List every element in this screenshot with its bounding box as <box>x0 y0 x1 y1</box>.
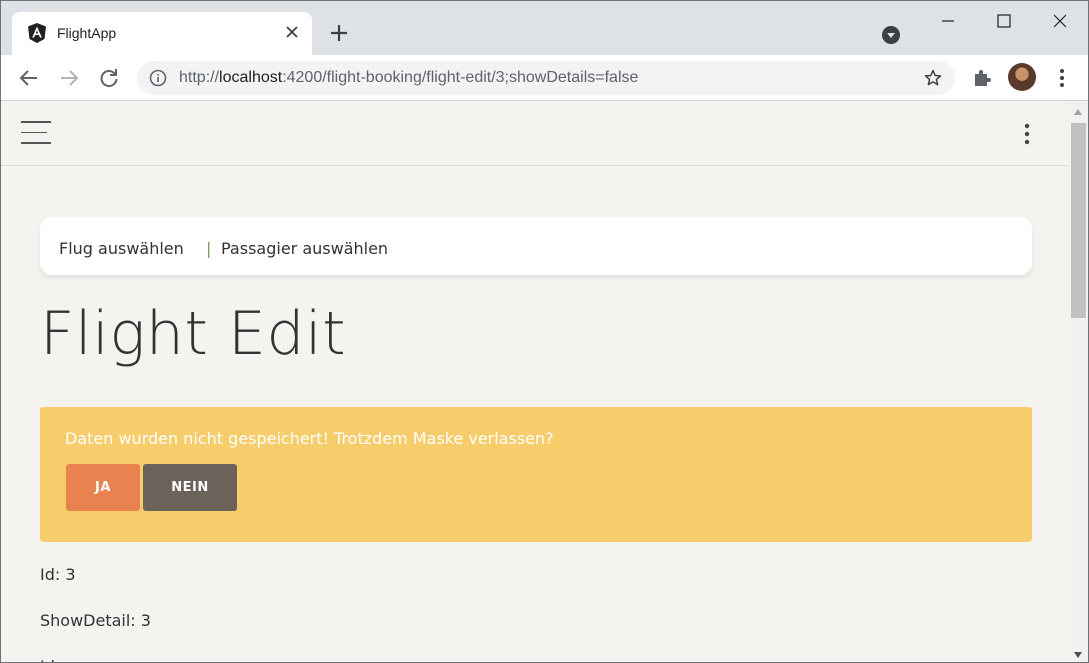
page-scrollbar[interactable] <box>1069 101 1088 662</box>
back-arrow-icon[interactable] <box>17 66 41 90</box>
forward-arrow-icon[interactable] <box>57 66 81 90</box>
url-scheme: http:// <box>179 69 220 86</box>
yes-button[interactable]: JA <box>66 464 140 511</box>
browser-menu-icon[interactable] <box>1053 67 1071 89</box>
browser-toolbar: http://localhost:4200/flight-booking/fli… <box>1 55 1088 101</box>
reload-icon[interactable] <box>97 66 121 90</box>
id-field: Id: 3 <box>40 565 76 584</box>
bookmark-star-icon[interactable] <box>923 68 943 88</box>
profile-avatar[interactable] <box>1008 63 1036 91</box>
breadcrumb-separator: | <box>206 239 212 258</box>
breadcrumb: Flug auswählen | Passagier auswählen <box>40 217 1032 275</box>
hamburger-line <box>21 142 51 144</box>
hamburger-line <box>21 131 47 133</box>
page-title: Flight Edit <box>40 299 347 369</box>
no-button[interactable]: NEIN <box>143 464 237 511</box>
url-host: localhost <box>219 69 283 86</box>
browser-window: FlightApp http://localhost:4200/flight-b… <box>0 0 1089 663</box>
hamburger-line <box>21 121 51 123</box>
tab-search-icon[interactable] <box>881 25 901 45</box>
address-bar[interactable]: http://localhost:4200/flight-booking/fli… <box>137 61 955 95</box>
app-toolbar <box>1 101 1069 166</box>
tab-title: FlightApp <box>57 25 117 41</box>
scroll-up-arrow-icon[interactable] <box>1074 109 1082 115</box>
show-detail-field: ShowDetail: 3 <box>40 611 151 630</box>
extensions-puzzle-icon[interactable] <box>971 67 993 89</box>
scrollbar-thumb[interactable] <box>1071 123 1086 318</box>
browser-tab[interactable]: FlightApp <box>12 12 312 55</box>
unsaved-changes-alert: Daten wurden nicht gespeichert! Trotzdem… <box>40 407 1032 542</box>
breadcrumb-passagier-auswaehlen[interactable]: Passagier auswählen <box>221 239 388 258</box>
angular-logo-icon <box>28 23 46 43</box>
alert-message: Daten wurden nicht gespeichert! Trotzdem… <box>65 429 554 448</box>
page-content: Flug auswählen | Passagier auswählen Fli… <box>1 101 1069 662</box>
hamburger-menu-icon[interactable] <box>21 121 51 145</box>
new-tab-icon[interactable] <box>328 22 350 44</box>
partial-field: Id <box>40 657 55 662</box>
maximize-icon[interactable] <box>992 9 1016 33</box>
site-info-icon[interactable] <box>149 69 167 87</box>
browser-titlebar: FlightApp <box>1 1 1088 55</box>
more-options-icon[interactable] <box>1017 121 1037 147</box>
close-tab-icon[interactable] <box>282 22 302 42</box>
minimize-icon[interactable] <box>936 9 960 33</box>
url-text[interactable]: http://localhost:4200/flight-booking/fli… <box>179 69 638 87</box>
scroll-down-arrow-icon[interactable] <box>1074 652 1082 658</box>
breadcrumb-flug-auswaehlen[interactable]: Flug auswählen <box>59 239 184 258</box>
close-window-icon[interactable] <box>1048 9 1072 33</box>
url-path: :4200/flight-booking/flight-edit/3;showD… <box>282 69 639 86</box>
